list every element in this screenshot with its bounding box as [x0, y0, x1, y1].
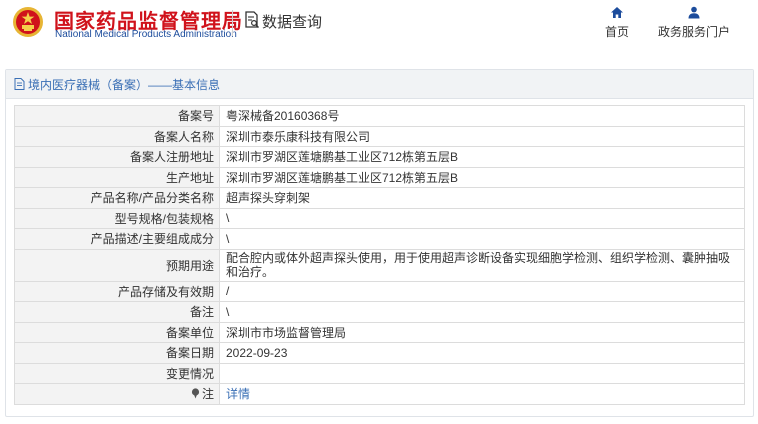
field-label: 备案人名称 [14, 125, 220, 147]
field-label: 备案号 [14, 105, 220, 127]
panel-title: 境内医疗器械（备案）——基本信息 [28, 77, 221, 92]
field-label: 变更情况 [14, 362, 220, 384]
note-label: 注 [201, 387, 214, 402]
table-row: 备案人注册地址 深圳市罗湖区莲塘鹏基工业区712栋第五层B [14, 146, 745, 168]
field-value: 深圳市市场监督管理局 [219, 321, 745, 343]
field-value: 配合腔内或体外超声探头使用，用于使用超声诊断设备实现细胞学检测、组织学检测、囊肿… [219, 248, 745, 282]
field-value: / [219, 280, 745, 302]
field-value: 深圳市泰乐康科技有限公司 [219, 125, 745, 147]
field-label: 产品名称/产品分类名称 [14, 187, 220, 209]
table-row: 备案单位 深圳市市场监督管理局 [14, 321, 745, 343]
table-row: 备案日期 2022-09-23 [14, 342, 745, 364]
home-icon [611, 7, 623, 18]
field-label: 预期用途 [14, 248, 220, 282]
field-value [219, 362, 745, 384]
pin-icon [191, 388, 200, 399]
document-icon [14, 78, 25, 90]
nav-home-label: 首页 [604, 25, 629, 39]
field-label: 生产地址 [14, 166, 220, 188]
field-value: 粤深械备20160368号 [219, 105, 745, 127]
basic-info-table: 备案号 粤深械备20160368号 备案人名称 深圳市泰乐康科技有限公司 备案人… [14, 105, 745, 405]
national-emblem-icon [13, 7, 43, 37]
field-label: 备案单位 [14, 321, 220, 343]
nav-service-portal[interactable]: 政务服务门户 [652, 6, 736, 40]
table-row: 型号规格/包装规格 \ [14, 207, 745, 229]
table-row: 注 详情 [14, 383, 745, 405]
table-row: 产品存储及有效期 / [14, 280, 745, 302]
table-row: 备注 \ [14, 301, 745, 323]
table-row: 变更情况 [14, 362, 745, 384]
field-value: \ [219, 228, 745, 250]
document-search-icon [245, 11, 259, 28]
note-value-cell: 详情 [219, 383, 745, 405]
table-row: 备案人名称 深圳市泰乐康科技有限公司 [14, 125, 745, 147]
field-label: 备案人注册地址 [14, 146, 220, 168]
field-label: 备注 [14, 301, 220, 323]
table-row: 备案号 粤深械备20160368号 [14, 105, 745, 127]
field-value: 深圳市罗湖区莲塘鹏基工业区712栋第五层B [219, 166, 745, 188]
field-label: 产品存储及有效期 [14, 280, 220, 302]
field-label: 型号规格/包装规格 [14, 207, 220, 229]
field-value: \ [219, 207, 745, 229]
basic-info-panel: 境内医疗器械（备案）——基本信息 备案号 粤深械备20160368号 备案人名称… [5, 69, 754, 417]
field-value: 超声探头穿刺架 [219, 187, 745, 209]
field-label: 备案日期 [14, 342, 220, 364]
panel-header: 境内医疗器械（备案）——基本信息 [6, 70, 753, 99]
field-value: 深圳市罗湖区莲塘鹏基工业区712栋第五层B [219, 146, 745, 168]
field-label: 产品描述/主要组成成分 [14, 228, 220, 250]
field-value: 2022-09-23 [219, 342, 745, 364]
table-row: 预期用途 配合腔内或体外超声探头使用，用于使用超声诊断设备实现细胞学检测、组织学… [14, 248, 745, 282]
details-link[interactable]: 详情 [226, 387, 250, 401]
site-header: 国家药品监督管理局 National Medical Products Admi… [0, 0, 758, 60]
user-icon [688, 6, 700, 19]
note-label-cell: 注 [14, 383, 220, 405]
table-row: 产品描述/主要组成成分 \ [14, 228, 745, 250]
table-row: 产品名称/产品分类名称 超声探头穿刺架 [14, 187, 745, 209]
header-divider [232, 10, 233, 36]
nav-home[interactable]: 首页 [600, 6, 634, 40]
nav-portal-label: 政务服务门户 [657, 25, 730, 39]
field-value: \ [219, 301, 745, 323]
brand-name-en: National Medical Products Administration [55, 29, 237, 40]
page-title: 数据查询 [262, 14, 323, 31]
table-row: 生产地址 深圳市罗湖区莲塘鹏基工业区712栋第五层B [14, 166, 745, 188]
